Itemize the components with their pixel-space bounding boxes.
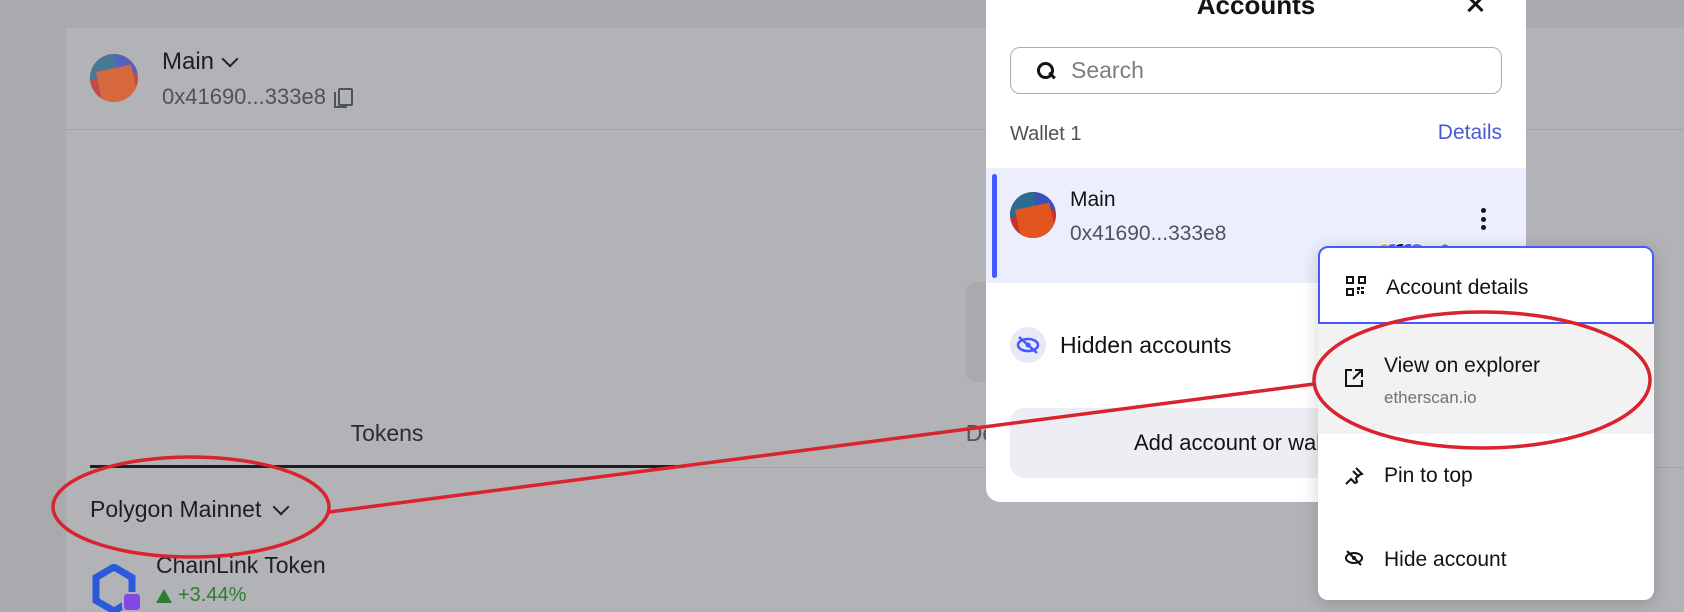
eye-slash-icon [1345, 550, 1363, 566]
account-options-menu: Account details View on explorer ethersc… [1318, 246, 1654, 600]
selected-indicator [992, 174, 997, 278]
account-address: 0x41690...333e8 [1070, 222, 1227, 245]
search-icon [1037, 61, 1055, 80]
chevron-down-icon [221, 50, 239, 68]
close-icon[interactable] [1464, 0, 1486, 16]
network-filter[interactable]: Polygon Mainnet [90, 496, 290, 523]
hidden-accounts-label: Hidden accounts [1060, 331, 1232, 358]
wallet-label: Wallet 1 [1010, 123, 1082, 145]
external-link-icon [1345, 369, 1363, 387]
menu-item-account-details[interactable]: Account details [1318, 246, 1654, 324]
account-name: Main [1070, 188, 1116, 211]
token-name: ChainLink Token [156, 552, 326, 578]
account-avatar[interactable] [90, 54, 138, 102]
chevron-down-icon [272, 498, 290, 515]
modal-title: Accounts [1196, 0, 1316, 20]
account-avatar [1010, 192, 1056, 238]
triangle-up-icon [156, 588, 172, 603]
more-options-icon[interactable] [1480, 208, 1486, 230]
search-placeholder: Search [1071, 57, 1144, 83]
menu-item-hide-account[interactable]: Hide account [1318, 516, 1654, 598]
hidden-accounts-item[interactable]: Hidden accounts [1010, 325, 1310, 365]
qr-code-icon [1346, 276, 1366, 296]
copy-icon[interactable] [333, 88, 353, 108]
tab-tokens[interactable]: Tokens [90, 408, 684, 468]
account-name: Main [162, 48, 215, 75]
account-picker[interactable]: Main [162, 48, 239, 76]
wallet-details-link[interactable]: Details [1438, 121, 1502, 145]
menu-item-pin-to-top[interactable]: Pin to top [1318, 434, 1654, 516]
token-change: +3.44% [156, 584, 246, 607]
address-text: 0x41690...333e8 [162, 84, 326, 109]
pin-icon [1345, 467, 1364, 485]
menu-item-view-on-explorer[interactable]: View on explorer etherscan.io [1318, 324, 1654, 434]
account-address[interactable]: 0x41690...333e8 [162, 84, 353, 110]
network-label: Polygon Mainnet [90, 496, 262, 522]
search-input[interactable]: Search [1010, 47, 1502, 94]
polygon-badge-icon [122, 592, 142, 612]
explorer-domain: etherscan.io [1384, 388, 1477, 407]
eye-slash-icon [1010, 327, 1046, 363]
token-row[interactable]: ChainLink Token +3.44% [90, 552, 790, 612]
